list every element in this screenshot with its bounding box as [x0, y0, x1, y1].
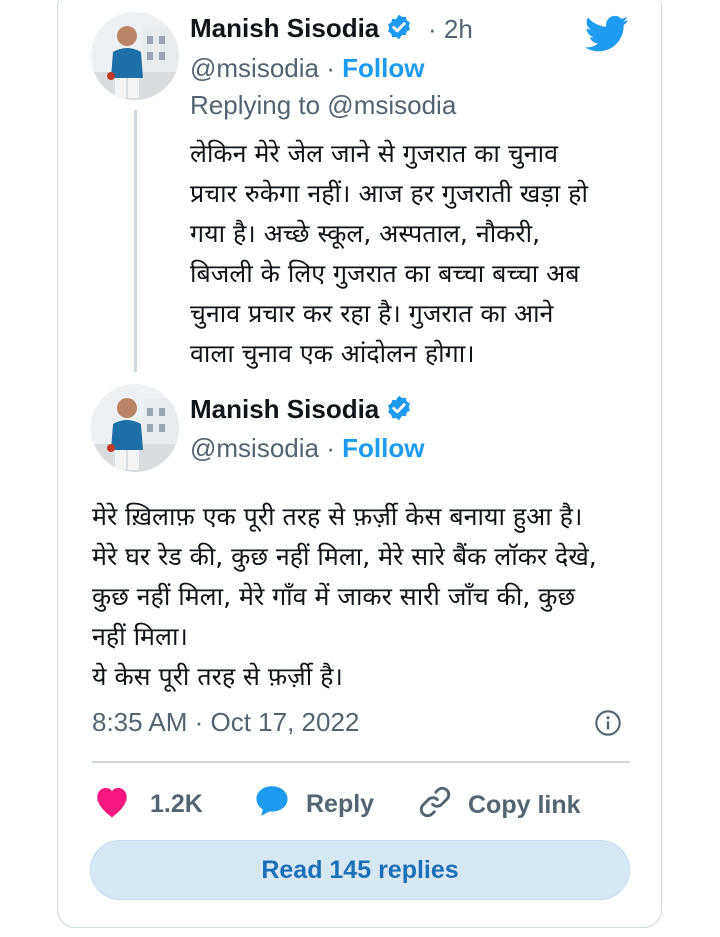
info-icon[interactable] [594, 709, 622, 742]
follow-button[interactable]: Follow [342, 53, 424, 83]
copy-link-button[interactable]: Copy link [416, 783, 581, 828]
heart-icon [92, 783, 132, 826]
read-replies-label: Read 145 replies [261, 855, 459, 884]
tweet-timestamp[interactable]: 8:35 AM · Oct 17, 2022 [92, 707, 359, 738]
author-name-text: Manish Sisodia [190, 394, 380, 424]
like-button[interactable]: 1.2K [92, 783, 203, 826]
verified-badge-icon [385, 394, 413, 429]
link-icon [416, 783, 454, 828]
reply-bubble-icon [252, 783, 292, 826]
reply-label: Reply [306, 790, 375, 818]
replying-to-label[interactable]: Replying to @msisodia [190, 90, 456, 121]
verified-badge-icon [385, 13, 413, 48]
handle-separator: · [326, 433, 335, 463]
author-handle-row: @msisodia · Follow [190, 53, 424, 84]
divider [92, 761, 630, 763]
read-replies-button[interactable]: Read 145 replies [90, 840, 630, 900]
tweet-text: लेकिन मेरे जेल जाने से गुजरात का चुनाव प… [190, 139, 588, 368]
author-name[interactable]: Manish Sisodia [190, 13, 413, 48]
tweet-time[interactable]: · 2h [428, 14, 473, 45]
tweet-text: मेरे ख़िलाफ़ एक पूरी तरह से फ़र्ज़ी केस … [92, 502, 597, 691]
author-handle-row: @msisodia · Follow [190, 433, 424, 464]
time-separator: · [428, 14, 437, 44]
avatar[interactable] [91, 12, 179, 100]
avatar[interactable] [91, 384, 179, 472]
author-name[interactable]: Manish Sisodia [190, 394, 413, 429]
copy-link-label: Copy link [468, 791, 581, 819]
author-handle[interactable]: @msisodia [190, 53, 319, 83]
thread-connector-line [134, 110, 137, 372]
author-name-text: Manish Sisodia [190, 13, 380, 43]
follow-button[interactable]: Follow [342, 433, 424, 463]
handle-separator: · [326, 53, 335, 83]
like-count: 1.2K [150, 790, 203, 818]
reply-button[interactable]: Reply [252, 783, 374, 826]
time-text: 2h [443, 14, 473, 44]
author-handle[interactable]: @msisodia [190, 433, 319, 463]
twitter-bird-icon[interactable] [585, 14, 629, 59]
